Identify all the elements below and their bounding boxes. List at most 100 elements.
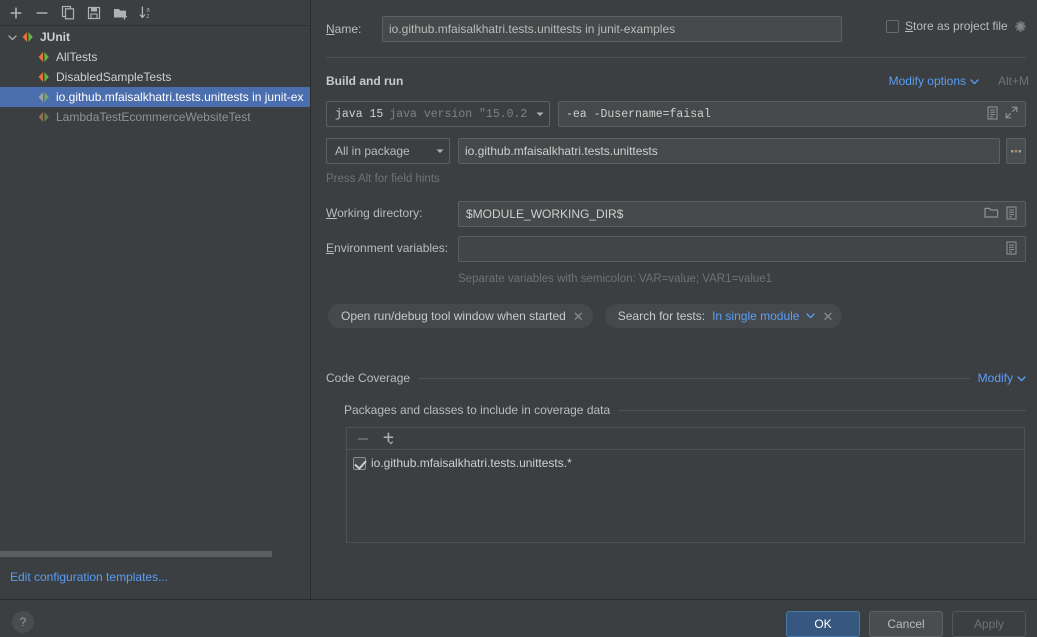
tree-label: AllTests — [56, 50, 97, 64]
coverage-panel-toolbar — [347, 428, 1024, 450]
sort-alpha-icon: a z — [139, 5, 154, 20]
chevron-down-icon[interactable] — [429, 146, 445, 156]
copy-icon — [61, 5, 76, 20]
macro-list-icon[interactable] — [1005, 241, 1018, 258]
package-browse-button[interactable] — [1006, 138, 1026, 164]
coverage-item-checkbox[interactable] — [353, 457, 366, 470]
remove-configuration-button[interactable] — [30, 2, 54, 24]
modify-options-shortcut: Alt+M — [998, 74, 1029, 88]
expand-arrow-icon[interactable] — [4, 27, 20, 47]
scrollbar-thumb[interactable] — [0, 551, 272, 557]
minus-icon — [35, 6, 49, 20]
working-directory-value: $MODULE_WORKING_DIR$ — [466, 207, 623, 221]
tree-label: DisabledSampleTests — [56, 70, 171, 84]
help-button[interactable]: ? — [12, 611, 34, 633]
expand-editor-icon[interactable] — [1005, 106, 1018, 122]
vm-options-input[interactable]: -ea -Dusername=faisal — [558, 101, 1026, 127]
macro-list-icon[interactable] — [986, 106, 999, 123]
jdk-select[interactable]: java 15 java version "15.0.2 — [326, 101, 550, 127]
macro-list-icon[interactable] — [1005, 206, 1018, 223]
svg-text:z: z — [146, 14, 149, 20]
working-directory-input[interactable]: $MODULE_WORKING_DIR$ — [458, 201, 1026, 227]
jdk-version: java version "15.0.2 — [389, 108, 527, 121]
junit-icon — [36, 109, 52, 125]
environment-variables-input[interactable] — [458, 236, 1026, 262]
tree-row-lambdatestecommercewebsitetest[interactable]: LambdaTestEcommerceWebsiteTest — [0, 107, 310, 127]
folder-add-icon — [113, 6, 128, 20]
coverage-remove-button[interactable] — [355, 431, 371, 447]
section-divider — [326, 57, 1026, 58]
name-input-value: io.github.mfaisalkhatri.tests.unittests … — [389, 22, 675, 36]
modify-options-link[interactable]: Modify options — [889, 74, 979, 88]
plus-icon — [9, 6, 23, 20]
test-kind-value: All in package — [335, 144, 410, 158]
store-as-project-file-group[interactable]: Store as project file — [886, 19, 1027, 33]
modify-options-label: Modify options — [889, 74, 966, 88]
chip-label: Search for tests: — [618, 309, 705, 323]
section-divider — [418, 378, 970, 379]
move-into-folder-button[interactable] — [108, 2, 132, 24]
apply-button[interactable]: Apply — [952, 611, 1026, 637]
tree-row-unittests-selected[interactable]: io.github.mfaisalkhatri.tests.unittests … — [0, 87, 310, 107]
chevron-down-icon — [1017, 374, 1026, 383]
environment-variables-label: Environment variables: — [326, 241, 448, 255]
tree-label: JUnit — [40, 30, 70, 44]
chevron-down-icon[interactable] — [529, 109, 545, 119]
tree-label: io.github.mfaisalkhatri.tests.unittests … — [56, 90, 303, 104]
field-hint-text: Press Alt for field hints — [326, 173, 440, 185]
configurations-sidebar: a z JUnit — [0, 0, 311, 600]
chip-open-run-debug-tool-window[interactable]: Open run/debug tool window when started … — [328, 304, 593, 328]
package-input[interactable]: io.github.mfaisalkhatri.tests.unittests — [458, 138, 1000, 164]
code-coverage-modify-link[interactable]: Modify — [978, 371, 1026, 385]
coverage-packages-panel: io.github.mfaisalkhatri.tests.unittests.… — [346, 427, 1025, 543]
working-directory-label: Working directory: — [326, 206, 422, 220]
edit-configuration-templates-link[interactable]: Edit configuration templates... — [10, 570, 168, 584]
gear-icon[interactable] — [1014, 20, 1027, 33]
add-configuration-button[interactable] — [4, 2, 28, 24]
chevron-down-icon — [970, 77, 979, 86]
cancel-button[interactable]: Cancel — [869, 611, 943, 637]
coverage-packages-list[interactable]: io.github.mfaisalkhatri.tests.unittests.… — [347, 450, 1024, 472]
copy-configuration-button[interactable] — [56, 2, 80, 24]
plus-dropdown-icon — [382, 431, 397, 446]
jdk-name: java 15 — [335, 108, 383, 121]
save-configuration-button[interactable] — [82, 2, 106, 24]
environment-variables-row: Environment variables: — [326, 236, 1026, 262]
close-icon[interactable]: ✕ — [822, 310, 833, 323]
close-icon[interactable]: ✕ — [573, 310, 584, 323]
tree-label: LambdaTestEcommerceWebsiteTest — [56, 110, 251, 124]
run-debug-configurations-dialog: a z JUnit — [0, 0, 1037, 637]
chip-value[interactable]: In single module — [712, 309, 799, 323]
name-label: Name: — [326, 22, 361, 36]
junit-icon — [36, 89, 52, 105]
coverage-packages-title: Packages and classes to include in cover… — [344, 403, 610, 417]
name-row: Name: io.github.mfaisalkhatri.tests.unit… — [326, 16, 1026, 42]
test-kind-select[interactable]: All in package — [326, 138, 450, 164]
sort-configurations-button[interactable]: a z — [134, 2, 158, 24]
dialog-footer: ? OK Cancel Apply — [0, 600, 1037, 637]
ok-button[interactable]: OK — [786, 611, 860, 637]
coverage-packages-header: Packages and classes to include in cover… — [344, 402, 1026, 418]
coverage-add-button[interactable] — [381, 431, 397, 447]
environment-variables-hint: Separate variables with semicolon: VAR=v… — [458, 273, 772, 285]
minus-icon — [356, 432, 370, 446]
list-item[interactable]: io.github.mfaisalkhatri.tests.unittests.… — [353, 454, 1024, 472]
browse-folder-icon[interactable] — [984, 206, 999, 222]
save-icon — [87, 6, 101, 20]
store-as-project-file-checkbox[interactable] — [886, 20, 899, 33]
code-coverage-modify-label: Modify — [978, 371, 1013, 385]
tree-row-alltests[interactable]: AllTests — [0, 47, 310, 67]
chip-label: Open run/debug tool window when started — [341, 309, 566, 323]
junit-icon — [36, 69, 52, 85]
tree-row-disabledsampletests[interactable]: DisabledSampleTests — [0, 67, 310, 87]
sidebar-horizontal-scrollbar[interactable] — [0, 550, 311, 558]
tree-row-junit-root[interactable]: JUnit — [0, 27, 310, 47]
build-and-run-title: Build and run — [326, 74, 403, 88]
chevron-down-icon[interactable] — [806, 309, 815, 323]
ellipsis-icon — [1009, 148, 1023, 154]
name-input[interactable]: io.github.mfaisalkhatri.tests.unittests … — [382, 16, 842, 42]
svg-text:a: a — [146, 7, 150, 13]
chip-search-for-tests[interactable]: Search for tests: In single module ✕ — [605, 304, 843, 328]
working-directory-field-icons — [984, 206, 1021, 223]
configurations-tree[interactable]: JUnit AllTests — [0, 27, 310, 550]
